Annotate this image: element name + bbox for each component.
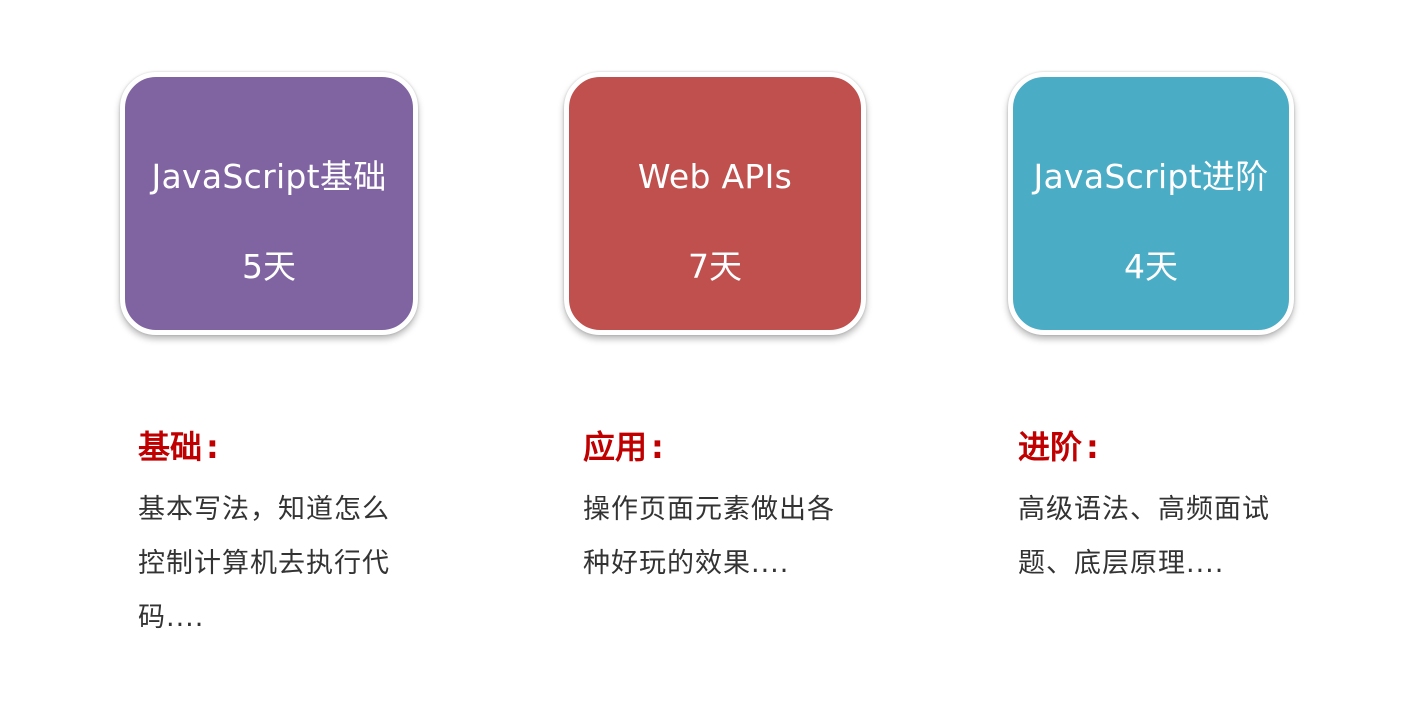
section-heading-text: 进阶	[1018, 428, 1083, 466]
section-advanced: 进阶: 高级语法、高频面试题、底层原理....	[1018, 425, 1288, 591]
section-heading: 进阶:	[1018, 425, 1288, 469]
section-description: 基本写法，知道怎么控制计算机去执行代码....	[138, 494, 390, 633]
section-heading-colon: :	[1086, 428, 1099, 466]
card-web-apis: Web APIs 7天	[564, 72, 866, 335]
section-description: 高级语法、高频面试题、底层原理....	[1018, 494, 1270, 579]
section-heading: 基础:	[138, 425, 408, 469]
section-heading-text: 应用	[583, 428, 648, 466]
card-duration: 7天	[688, 247, 742, 286]
card-title: Web APIs	[637, 157, 793, 196]
card-javascript-basics: JavaScript基础 5天	[120, 72, 418, 335]
section-description: 操作页面元素做出各种好玩的效果....	[583, 494, 835, 579]
card-duration: 5天	[242, 247, 296, 286]
card-title: JavaScript基础	[151, 157, 387, 196]
card-javascript-advanced: JavaScript进阶 4天	[1008, 72, 1294, 335]
section-basics: 基础: 基本写法，知道怎么控制计算机去执行代码....	[138, 425, 408, 645]
card-title: JavaScript进阶	[1033, 157, 1269, 196]
section-application: 应用: 操作页面元素做出各种好玩的效果....	[583, 425, 853, 591]
card-duration: 4天	[1124, 247, 1178, 286]
section-heading-colon: :	[651, 428, 664, 466]
section-heading-colon: :	[206, 428, 219, 466]
section-heading: 应用:	[583, 425, 853, 469]
section-heading-text: 基础	[138, 428, 203, 466]
